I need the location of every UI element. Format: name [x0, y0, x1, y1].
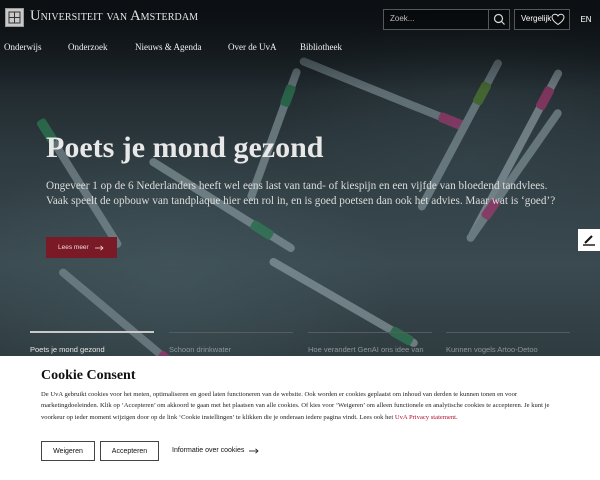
slider-tab-2[interactable]: Schoon drinkwater	[169, 332, 293, 354]
main-nav: Onderwijs Onderzoek Nieuws & Agenda Over…	[0, 36, 600, 60]
nav-item-onderwijs[interactable]: Onderwijs	[4, 42, 42, 52]
read-more-button[interactable]: Lees meer	[46, 237, 117, 258]
logo-title[interactable]: Universiteit van Amsterdam	[30, 8, 198, 25]
search-input[interactable]: Zoek...	[383, 9, 510, 30]
language-switch[interactable]: EN	[575, 9, 597, 30]
pen-icon	[583, 235, 595, 246]
hero-title: Poets je mond gezond	[46, 131, 324, 164]
compare-button[interactable]: Vergelijk	[514, 9, 570, 30]
heart-icon	[551, 13, 565, 31]
slider-tab-label: Poets je mond gezond	[30, 345, 105, 354]
cookie-title: Cookie Consent	[41, 368, 136, 383]
refuse-button[interactable]: Weigeren	[41, 441, 95, 461]
slider-tab-1[interactable]: Poets je mond gezond	[30, 331, 154, 354]
slider-tab-3[interactable]: Hoe verandert GenAI ons idee van	[308, 332, 432, 354]
nav-item-onderzoek[interactable]: Onderzoek	[68, 42, 107, 52]
nav-item-nieuws-agenda[interactable]: Nieuws & Agenda	[135, 42, 202, 52]
slider-tab-4[interactable]: Kunnen vogels Artoo-Detoo	[446, 332, 570, 354]
slider-tab-label: Schoon drinkwater	[169, 345, 232, 354]
compare-label: Vergelijk	[521, 14, 552, 23]
cookie-body: De UvA gebruikt cookies voor het meten, …	[41, 391, 550, 421]
search-placeholder: Zoek...	[390, 14, 415, 23]
slider-tab-label: Hoe verandert GenAI ons idee van	[308, 345, 424, 354]
hero-text: Ongeveer 1 op de 6 Nederlanders heeft we…	[46, 180, 556, 207]
privacy-statement-link[interactable]: UvA Privacy statement	[395, 414, 456, 421]
search-icon[interactable]	[488, 10, 509, 29]
feedback-button[interactable]	[578, 229, 600, 251]
cookie-info-label: Informatie over cookies	[172, 447, 245, 454]
read-more-label: Lees meer	[58, 244, 89, 251]
nav-item-over-de-uva[interactable]: Over de UvA	[228, 42, 277, 52]
uva-logo-icon[interactable]	[5, 8, 24, 27]
slider-tab-label: Kunnen vogels Artoo-Detoo	[446, 345, 538, 354]
top-bar: Universiteit van Amsterdam Zoek... Verge…	[0, 0, 600, 36]
accept-button[interactable]: Accepteren	[100, 441, 159, 461]
cookie-info-link[interactable]: Informatie over cookies	[172, 447, 259, 454]
cookie-text: De UvA gebruikt cookies voor het meten, …	[41, 391, 550, 421]
arrow-right-icon	[249, 447, 259, 454]
arrow-right-icon	[94, 244, 104, 251]
cookie-consent-banner: Cookie Consent De UvA gebruikt cookies v…	[0, 356, 600, 480]
nav-item-bibliotheek[interactable]: Bibliotheek	[300, 42, 342, 52]
